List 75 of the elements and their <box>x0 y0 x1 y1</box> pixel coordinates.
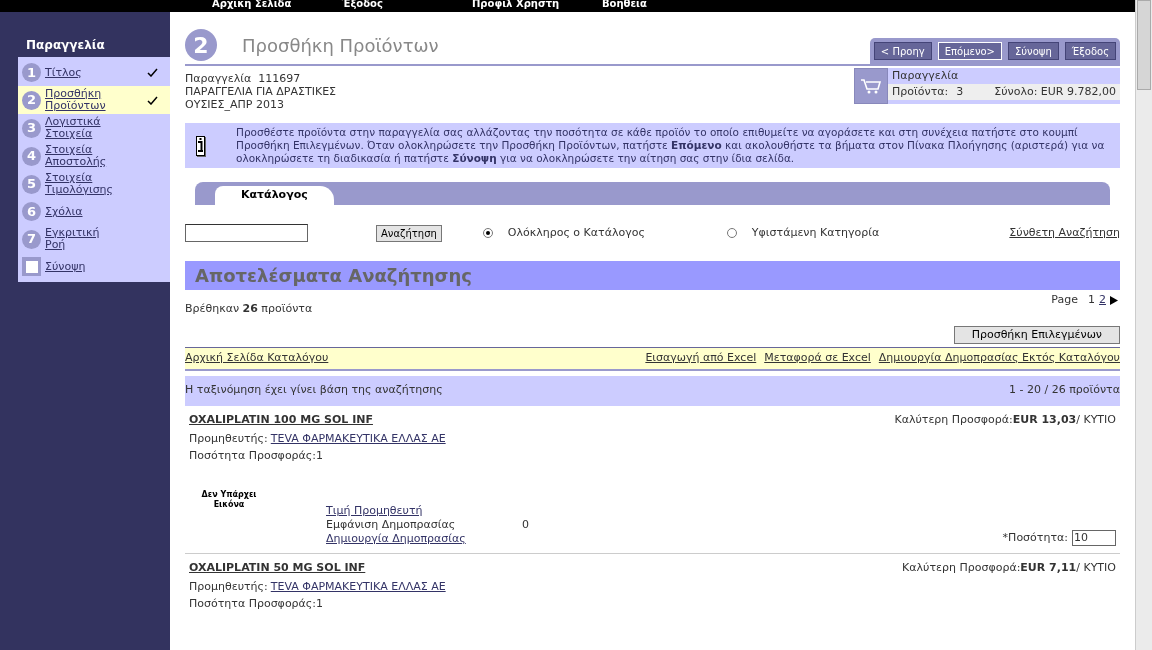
cart-total: Σύνολο: EUR 9.782,00 <box>994 84 1116 100</box>
sidebar-title: Παραγγελία <box>25 37 106 54</box>
nav-button[interactable]: Επόμενο> <box>937 42 1002 60</box>
nav-button[interactable]: Έξοδος <box>1064 42 1116 60</box>
step-link[interactable]: Λογιστικά Στοιχεία <box>45 116 115 140</box>
radio-button[interactable] <box>726 228 737 238</box>
cart-products-count: 3 <box>956 84 965 100</box>
step-link[interactable]: Εγκριτική Ροή <box>45 227 115 251</box>
supplier-link[interactable]: TEVA ΦΑΡΜΑΚΕΥΤΙΚΑ ΕΛΛΑΣ ΑΕ <box>270 431 446 448</box>
step-number-icon: 6 <box>22 202 41 221</box>
step-number-icon: 4 <box>22 146 41 166</box>
step-link[interactable]: Σύνοψη <box>45 260 115 273</box>
step-number-icon: 5 <box>22 174 41 194</box>
order-info-line: Παραγγελία 111697 <box>185 72 302 85</box>
action-link[interactable]: Δημιουργία Δημοπρασίας Εκτός Καταλόγου <box>878 349 1120 367</box>
step-link[interactable]: Στοιχεία Αποστολής <box>45 144 115 168</box>
step-number-icon: 3 <box>22 118 41 138</box>
page-link[interactable]: 1 <box>1088 292 1095 309</box>
product-name-link[interactable]: OXALIPLATIN 50 MG SOL INF <box>189 559 366 576</box>
step-link[interactable]: Σχόλια <box>45 205 115 218</box>
step-number-icon: 2 <box>22 90 41 110</box>
cart-products-label: Προϊόντα: <box>892 84 949 100</box>
supplier-label: Προμηθευτής: <box>189 431 268 447</box>
step-link[interactable]: Στοιχεία Τιμολόγισης <box>45 172 115 196</box>
step-number-icon: 2 <box>185 29 217 61</box>
search-button[interactable]: Αναζήτηση <box>376 224 442 242</box>
pager-label: Page <box>1051 292 1078 308</box>
step-number-icon: 1 <box>22 63 41 82</box>
product-name-link[interactable]: OXALIPLATIN 100 MG SOL INF <box>189 411 373 428</box>
results-title: Αποτελέσματα Αναζήτησης <box>195 264 472 288</box>
best-offer: Καλύτερη Προσφορά:EUR 7,11/ ΚΥΤΙΟ <box>902 559 1116 576</box>
step-link[interactable]: Προσθήκη Προϊόντων <box>45 88 115 112</box>
step-number-icon: 7 <box>22 229 41 249</box>
auction-label: Εμφάνιση Δημοπρασίας <box>326 518 457 532</box>
radio-button[interactable] <box>482 228 493 238</box>
cart-title: Παραγγελία <box>892 68 960 84</box>
radio-label: Ολόκληρος ο Κατάλογος <box>507 224 645 241</box>
order-info-line: ΟΥΣΙΕΣ_ΑΠΡ 2013 <box>185 98 285 111</box>
catalog-tab[interactable]: Κατάλογος <box>215 186 334 205</box>
create-auction-link[interactable]: Δημιουργία Δημοπρασίας <box>326 532 529 546</box>
quantity-field[interactable]: 10 <box>1072 530 1116 547</box>
best-offer: Καλύτερη Προσφορά:EUR 13,03/ ΚΥΤΙΟ <box>894 411 1116 428</box>
page-link[interactable]: 2 <box>1099 292 1106 309</box>
offer-quantity: Ποσότητα Προσφοράς:1 <box>189 595 324 612</box>
step-link[interactable]: Τίτλος <box>45 66 115 79</box>
no-image-text: Δεν Υπάρχει Εικόνα <box>200 490 258 510</box>
next-page-icon[interactable] <box>1110 295 1118 305</box>
search-field[interactable] <box>185 224 308 242</box>
cart-icon <box>854 68 889 104</box>
supplier-price-link[interactable]: Τιμή Προμηθευτή <box>326 504 529 518</box>
add-selected-button[interactable]: Προσθήκη Επιλεγμένων <box>953 325 1120 344</box>
info-icon <box>196 135 205 156</box>
sidebar-step[interactable]: 6 Σχόλια <box>18 198 170 225</box>
info-text: Προσθέστε προϊόντα στην παραγγελία σας αλλάζοντας την ποσότητα σε κάθε προϊόν το οποίο επιθυμείτε να αγοράσετε και στη συνέχεια πατήστε στο κουμπί Προσθήκη Επιλεγμένων. Όταν ολοκληρώσετε την Προσθήκη Προϊόντων, πατήστε Επόμενο και ακολουθήστε τα βήματα στον Πίνακα Πλοήγησης (αριστερά) για να ολοκληρώσετε τη διαδικασία ή πατήστε Σύνοψη για να ολοκληρώσετε την αίτηση σας στην ίδια σελίδα. <box>236 126 1106 165</box>
sidebar-step[interactable]: 1 Τίτλος <box>18 59 170 86</box>
scroll-thumb[interactable] <box>1137 0 1151 90</box>
action-link[interactable]: Μεταφορά σε Excel <box>764 349 871 367</box>
catalog-home-link[interactable]: Αρχική Σελίδα Καταλόγου <box>185 349 329 367</box>
action-link[interactable]: Εισαγωγή από Excel <box>645 349 757 367</box>
supplier-link[interactable]: TEVA ΦΑΡΜΑΚΕΥΤΙΚΑ ΕΛΛΑΣ ΑΕ <box>270 579 446 596</box>
sidebar-step[interactable]: Σύνοψη <box>18 253 170 280</box>
page-title: Προσθήκη Προϊόντων <box>242 33 439 58</box>
auction-count: 0 <box>522 518 529 532</box>
advanced-search-link[interactable]: Σύνθετη Αναζήτηση <box>1009 224 1120 242</box>
radio-label: Υφιστάμενη Κατηγορία <box>751 224 880 241</box>
supplier-label: Προμηθευτής: <box>189 579 268 595</box>
result-range: 1 - 20 / 26 προϊόντα <box>1009 382 1120 399</box>
offer-quantity: Ποσότητα Προσφοράς:1 <box>189 447 324 464</box>
square-icon <box>22 257 41 276</box>
nav-button[interactable]: Σύνοψη <box>1008 42 1059 60</box>
nav-button[interactable]: < Προηγ <box>873 42 932 60</box>
sort-note: Η ταξινόμηση έχει γίνει βάση της αναζήτησης <box>185 382 443 399</box>
quantity-label: *Ποσότητα: <box>1002 530 1068 546</box>
order-info-line: ΠΑΡΑΓΓΕΛΙΑ ΓΙΑ ΔΡΑΣΤΙΚΕΣ <box>185 85 337 98</box>
found-count: Βρέθηκαν 26 προϊόντα <box>185 301 313 317</box>
